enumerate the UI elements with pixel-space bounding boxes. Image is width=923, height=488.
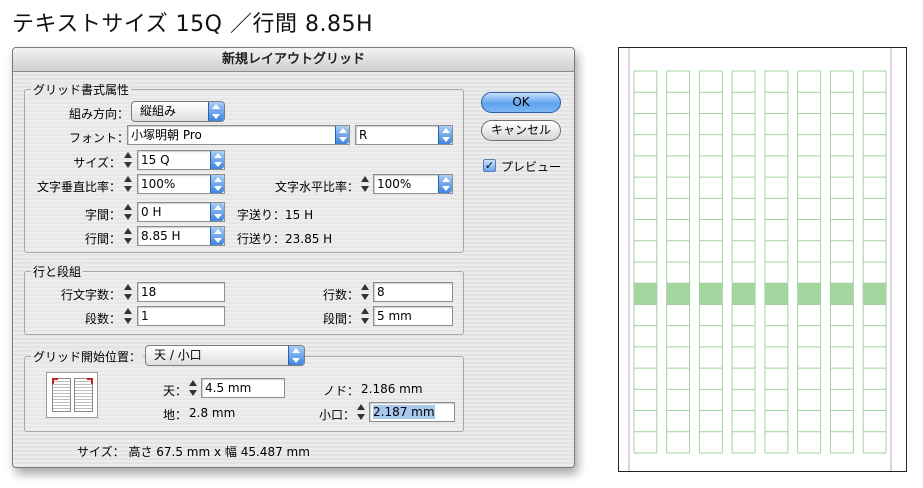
bottom-margin-label: 地： [162,408,187,422]
horizontal-scale-field[interactable]: 100% [373,174,453,194]
preview-checkbox[interactable]: ✓ [483,159,496,172]
grid-highlight-cell [633,283,657,305]
grid-highlight-cell [732,283,756,305]
line-pitch-text: 行送り：23.85 H [237,232,333,246]
top-margin-field[interactable]: 4.5 mm [201,378,285,398]
columns-field[interactable]: 1 [137,306,225,326]
start-position-legend: グリッド開始位置： [31,348,144,365]
horizontal-scale-arrow-icon [438,175,452,193]
lines-label: 行数： [322,288,359,302]
dialog-title: 新規レイアウトグリッド [13,48,574,72]
layout-grid-preview [618,47,907,472]
fore-edge-stepper-icon[interactable] [356,402,367,422]
gutter-label: 段間： [322,312,359,326]
gutter-stepper-icon[interactable] [360,306,371,326]
grid-highlight-cell [666,283,690,305]
columns-label: 段数： [84,312,121,326]
line-spacing-stepper-icon[interactable] [123,226,134,246]
direction-select-arrow-icon [208,102,224,121]
gutter-side-value: 2.186 mm [361,382,423,396]
page-headline: テキストサイズ 15Q ／行間 8.85H [12,12,373,37]
line-spacing-label: 行間： [84,232,121,246]
size-label: サイズ： [73,156,121,170]
font-style-select[interactable]: R [355,125,453,145]
char-spacing-label: 字間： [84,208,121,222]
size-field[interactable]: 15 Q [137,150,225,170]
lines-stepper-icon[interactable] [360,282,371,302]
grid-highlight-cell [863,283,887,305]
columns-stepper-icon[interactable] [123,306,134,326]
gutter-field[interactable]: 5 mm [373,306,453,326]
char-pitch-text: 字送り：15 H [237,208,314,222]
dialog-body: グリッド書式属性 組み方向： 縦組み フォント： 小塚明朝 Pro R サイズ：… [13,72,574,467]
size-summary: サイズ： 高さ 67.5 mm x 幅 45.487 mm [77,445,310,459]
vertical-scale-stepper-icon[interactable] [123,174,134,194]
size-arrow-icon [210,151,224,169]
font-label: フォント： [68,131,129,145]
left-page-icon [52,378,71,412]
font-style-arrow-icon [438,126,452,144]
grid-highlight-cell [764,283,788,305]
vertical-scale-label: 文字垂直比率： [36,180,121,194]
line-spacing-arrow-icon [210,227,224,245]
bottom-margin-value: 2.8 mm [189,406,236,420]
chars-per-line-field[interactable]: 18 [137,282,225,302]
spread-preview-icon [46,372,98,418]
char-spacing-stepper-icon[interactable] [123,202,134,222]
preview-label: プレビュー [501,160,562,174]
start-position-arrow-icon [288,346,304,365]
vertical-scale-arrow-icon [210,175,224,193]
new-layout-grid-dialog: 新規レイアウトグリッド グリッド書式属性 組み方向： 縦組み フォント： 小塚明… [12,47,575,468]
top-margin-label: 天： [162,384,187,398]
grid-attributes-legend: グリッド書式属性 [31,81,132,98]
horizontal-scale-label: 文字水平比率： [274,180,359,194]
chars-per-line-label: 行文字数： [60,288,121,302]
grid-highlight-cell [830,283,854,305]
font-family-arrow-icon [335,126,349,144]
fore-edge-field[interactable]: 2.187 mm [369,402,455,422]
grid-highlight-cell [797,283,821,305]
start-position-select[interactable]: 天 / 小口 [145,345,305,366]
layout-grid-canvas [628,48,892,471]
chars-per-line-stepper-icon[interactable] [123,282,134,302]
lines-field[interactable]: 8 [373,282,453,302]
top-margin-stepper-icon[interactable] [188,378,199,398]
size-stepper-icon[interactable] [123,150,134,170]
cancel-button[interactable]: キャンセル [481,120,561,141]
gutter-side-label: ノド： [322,384,359,398]
vertical-scale-field[interactable]: 100% [137,174,225,194]
right-page-icon [74,378,93,412]
horizontal-scale-stepper-icon[interactable] [360,174,371,194]
fore-edge-label: 小口： [318,408,355,422]
char-spacing-arrow-icon [210,203,224,221]
lines-columns-legend: 行と段組 [31,263,84,280]
line-spacing-field[interactable]: 8.85 H [137,226,225,246]
ok-button[interactable]: OK [481,92,561,113]
direction-select[interactable]: 縦組み [131,101,225,122]
font-family-select[interactable]: 小塚明朝 Pro [127,125,350,145]
grid-highlight-cell [699,283,723,305]
direction-label: 組み方向： [68,107,129,121]
char-spacing-field[interactable]: 0 H [137,202,225,222]
